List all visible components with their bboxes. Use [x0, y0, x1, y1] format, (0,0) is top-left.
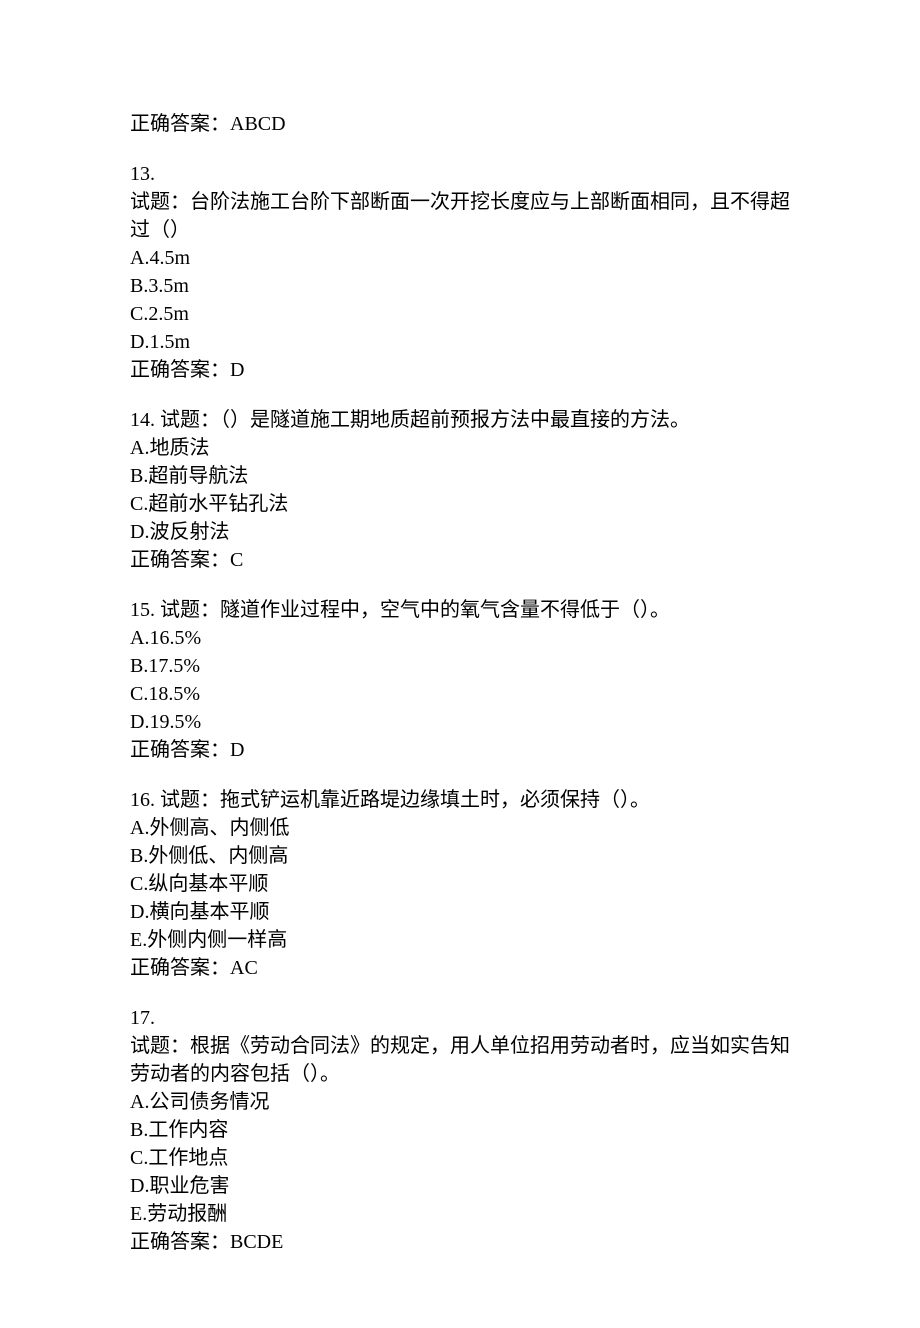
question-prompt: 试题：台阶法施工台阶下部断面一次开挖长度应与上部断面相同，且不得超过（）	[130, 188, 790, 244]
previous-answer-block: 正确答案：ABCD	[130, 110, 790, 138]
option-d: D.1.5m	[130, 328, 790, 356]
option-b: B.工作内容	[130, 1116, 790, 1144]
question-prompt: 试题：拖式铲运机靠近路堤边缘填土时，必须保持（）。	[160, 789, 650, 811]
question-number: 13.	[130, 160, 790, 188]
option-b: B.超前导航法	[130, 462, 790, 490]
option-c: C.工作地点	[130, 1144, 790, 1172]
answer-text: 正确答案：BCDE	[130, 1228, 790, 1256]
option-e: E.劳动报酬	[130, 1200, 790, 1228]
question-number: 17.	[130, 1004, 790, 1032]
question-number: 14.	[130, 409, 160, 431]
answer-text: 正确答案：D	[130, 736, 790, 764]
answer-text: 正确答案：AC	[130, 954, 790, 982]
option-b: B.3.5m	[130, 272, 790, 300]
option-c: C.超前水平钻孔法	[130, 490, 790, 518]
option-d: D.波反射法	[130, 518, 790, 546]
option-b: B.17.5%	[130, 652, 790, 680]
question-header: 15. 试题：隧道作业过程中，空气中的氧气含量不得低于（）。	[130, 596, 790, 624]
answer-text: 正确答案：C	[130, 546, 790, 574]
question-17: 17. 试题：根据《劳动合同法》的规定，用人单位招用劳动者时，应当如实告知劳动者…	[130, 1004, 790, 1256]
question-header: 16. 试题：拖式铲运机靠近路堤边缘填土时，必须保持（）。	[130, 786, 790, 814]
option-e: E.外侧内侧一样高	[130, 926, 790, 954]
document-page: 正确答案：ABCD 13. 试题：台阶法施工台阶下部断面一次开挖长度应与上部断面…	[0, 0, 920, 1328]
option-a: A.公司债务情况	[130, 1088, 790, 1116]
option-d: D.横向基本平顺	[130, 898, 790, 926]
option-c: C.2.5m	[130, 300, 790, 328]
option-b: B.外侧低、内侧高	[130, 842, 790, 870]
question-prompt: 试题：根据《劳动合同法》的规定，用人单位招用劳动者时，应当如实告知劳动者的内容包…	[130, 1032, 790, 1088]
option-c: C.18.5%	[130, 680, 790, 708]
question-14: 14. 试题：（）是隧道施工期地质超前预报方法中最直接的方法。 A.地质法 B.…	[130, 406, 790, 574]
answer-text: 正确答案：ABCD	[130, 110, 790, 138]
question-13: 13. 试题：台阶法施工台阶下部断面一次开挖长度应与上部断面相同，且不得超过（）…	[130, 160, 790, 384]
option-d: D.19.5%	[130, 708, 790, 736]
option-a: A.16.5%	[130, 624, 790, 652]
option-a: A.地质法	[130, 434, 790, 462]
question-16: 16. 试题：拖式铲运机靠近路堤边缘填土时，必须保持（）。 A.外侧高、内侧低 …	[130, 786, 790, 982]
question-header: 14. 试题：（）是隧道施工期地质超前预报方法中最直接的方法。	[130, 406, 790, 434]
option-d: D.职业危害	[130, 1172, 790, 1200]
option-a: A.外侧高、内侧低	[130, 814, 790, 842]
question-prompt: 试题：（）是隧道施工期地质超前预报方法中最直接的方法。	[160, 409, 690, 431]
question-prompt: 试题：隧道作业过程中，空气中的氧气含量不得低于（）。	[160, 599, 670, 621]
answer-text: 正确答案：D	[130, 356, 790, 384]
question-number: 16.	[130, 789, 160, 811]
option-a: A.4.5m	[130, 244, 790, 272]
question-number: 15.	[130, 599, 160, 621]
question-15: 15. 试题：隧道作业过程中，空气中的氧气含量不得低于（）。 A.16.5% B…	[130, 596, 790, 764]
option-c: C.纵向基本平顺	[130, 870, 790, 898]
